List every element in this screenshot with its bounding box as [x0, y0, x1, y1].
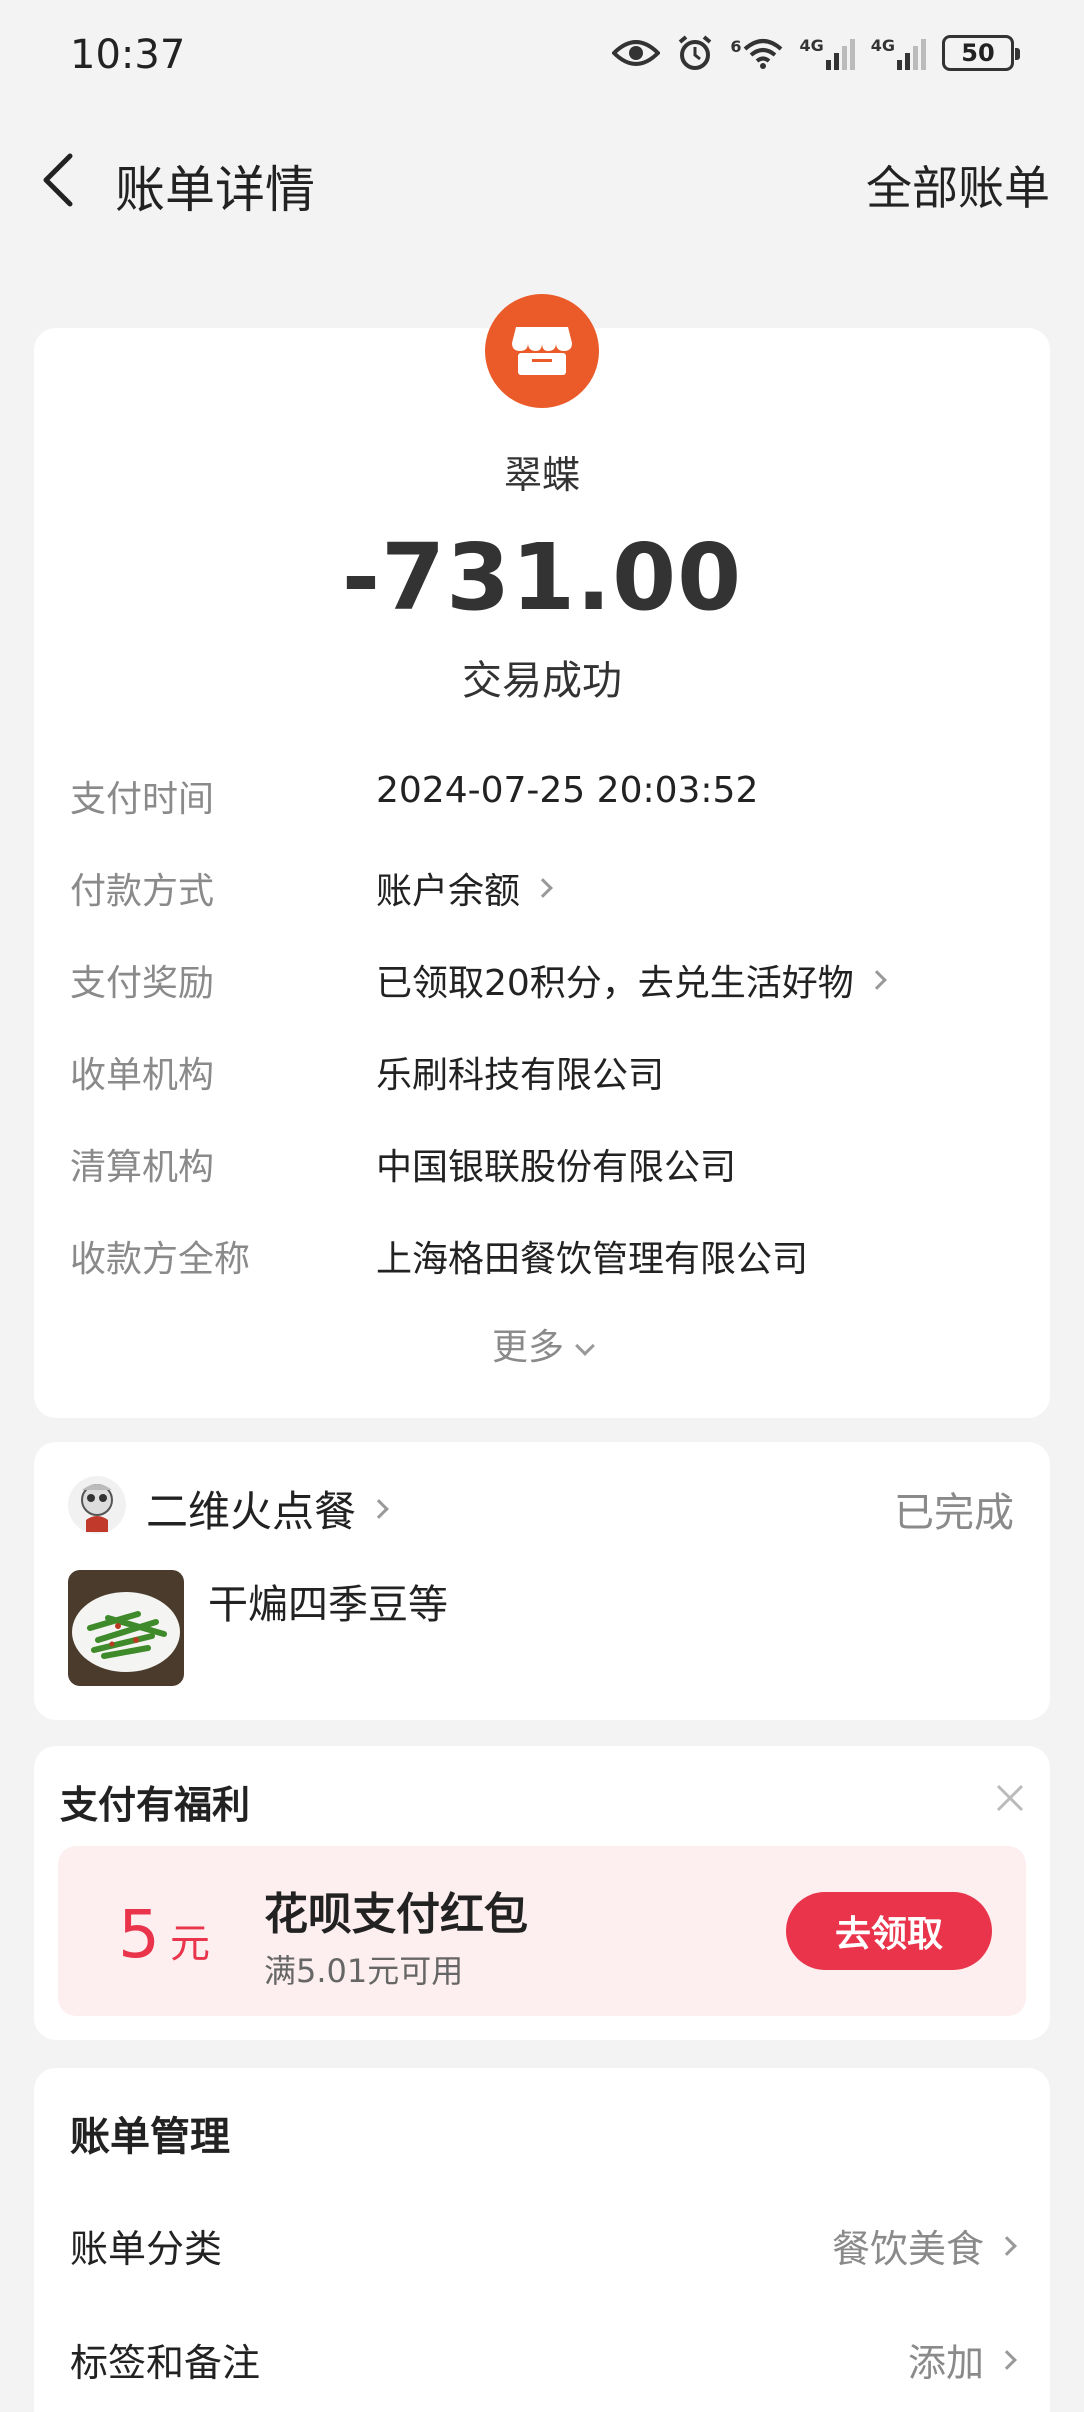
nav-bar: 账单详情 全部账单 [0, 130, 1084, 230]
all-bills-link[interactable]: 全部账单 [866, 152, 1050, 218]
manage-label: 标签和备注 [70, 2341, 261, 2385]
coupon: 5 元 花呗支付红包 满5.01元可用 去领取 [58, 1846, 1026, 2016]
detail-label: 付款方式 [70, 871, 215, 912]
page-title: 账单详情 [115, 161, 315, 219]
detail-row-clearing: 清算机构 中国银联股份有限公司 [70, 1132, 1030, 1192]
status-time: 10:37 [70, 32, 186, 78]
transaction-status: 交易成功 [462, 658, 622, 704]
manage-value[interactable]: 餐饮美食 [832, 2218, 1017, 2273]
more-button[interactable]: 更多 [34, 1318, 1050, 1370]
wifi-icon: 6 [730, 37, 783, 69]
merchant-name: 翠蝶 [503, 453, 580, 497]
battery-icon: 50 [942, 35, 1020, 71]
signal-icon-sim2: 4G [871, 36, 926, 70]
detail-label: 收单机构 [70, 1055, 215, 1096]
order-card[interactable]: 二维火点餐 已完成 干煸四季豆等 [34, 1442, 1050, 1720]
shop-name-link[interactable]: 二维火点餐 [146, 1478, 389, 1539]
manage-value[interactable]: 添加 [908, 2332, 1017, 2387]
chevron-right-icon [866, 970, 887, 990]
signal-icon-sim1: 4G [799, 36, 855, 70]
detail-label: 清算机构 [70, 1147, 215, 1188]
coupon-title: 花呗支付红包 [264, 1889, 528, 1940]
signal-label-sim1: 4G [799, 36, 824, 55]
detail-value: 上海格田餐饮管理有限公司 [376, 1239, 809, 1280]
bill-management-card: 账单管理 账单分类 餐饮美食 标签和备注 添加 [34, 2068, 1050, 2412]
detail-label: 收款方全称 [70, 1239, 251, 1280]
transaction-amount: -731.00 [341, 524, 743, 631]
detail-row-pay-time: 支付时间 2024-07-25 20:03:52 [70, 764, 1030, 824]
back-arrow-icon[interactable] [36, 152, 86, 208]
detail-label: 支付奖励 [70, 963, 215, 1004]
eye-icon [612, 37, 661, 69]
coupon-amount: 5 元 [118, 1896, 210, 1973]
status-bar: 10:37 6 4G 4G 50 [0, 0, 1084, 110]
wifi-label: 6 [730, 37, 742, 56]
manage-label: 账单分类 [70, 2227, 223, 2271]
chevron-right-icon [533, 878, 553, 898]
detail-value: 乐刷科技有限公司 [376, 1055, 665, 1096]
coupon-condition: 满5.01元可用 [264, 1952, 464, 1990]
transaction-card: 翠蝶 -731.00 交易成功 支付时间 2024-07-25 20:03:52… [34, 294, 1050, 1418]
detail-row-acquirer: 收单机构 乐刷科技有限公司 [70, 1040, 1030, 1100]
dish-name: 干煸四季豆等 [208, 1582, 448, 1628]
shop-icon [485, 294, 599, 408]
chevron-right-icon [997, 2235, 1017, 2256]
claim-button[interactable]: 去领取 [786, 1892, 992, 1970]
bill-category-row[interactable]: 账单分类 餐饮美食 [70, 2212, 1017, 2273]
chevron-right-icon [369, 1498, 389, 1519]
status-icons: 6 4G 4G 50 [612, 34, 1020, 72]
tags-notes-row[interactable]: 标签和备注 添加 [70, 2326, 1017, 2387]
detail-value: 中国银联股份有限公司 [376, 1147, 737, 1188]
manage-title: 账单管理 [70, 2114, 230, 2160]
chevron-right-icon [997, 2349, 1017, 2370]
shop-avatar [68, 1476, 126, 1534]
chevron-down-icon [575, 1336, 595, 1356]
detail-value[interactable]: 已领取20积分，去兑生活好物 [376, 954, 887, 1006]
detail-row-reward[interactable]: 支付奖励 已领取20积分，去兑生活好物 [70, 948, 1030, 1008]
close-icon[interactable] [992, 1780, 1028, 1816]
detail-row-payment-method[interactable]: 付款方式 账户余额 [70, 856, 1030, 916]
detail-row-payee: 收款方全称 上海格田餐饮管理有限公司 [70, 1224, 1030, 1284]
detail-value[interactable]: 账户余额 [376, 862, 553, 914]
benefit-card: 支付有福利 5 元 花呗支付红包 满5.01元可用 去领取 [34, 1746, 1050, 2040]
dish-image [68, 1570, 184, 1686]
order-status: 已完成 [894, 1490, 1014, 1536]
detail-value: 2024-07-25 20:03:52 [376, 770, 759, 811]
signal-label-sim2: 4G [870, 36, 895, 55]
detail-label: 支付时间 [70, 779, 215, 820]
benefit-title: 支付有福利 [60, 1783, 251, 1827]
alarm-icon [676, 34, 714, 72]
